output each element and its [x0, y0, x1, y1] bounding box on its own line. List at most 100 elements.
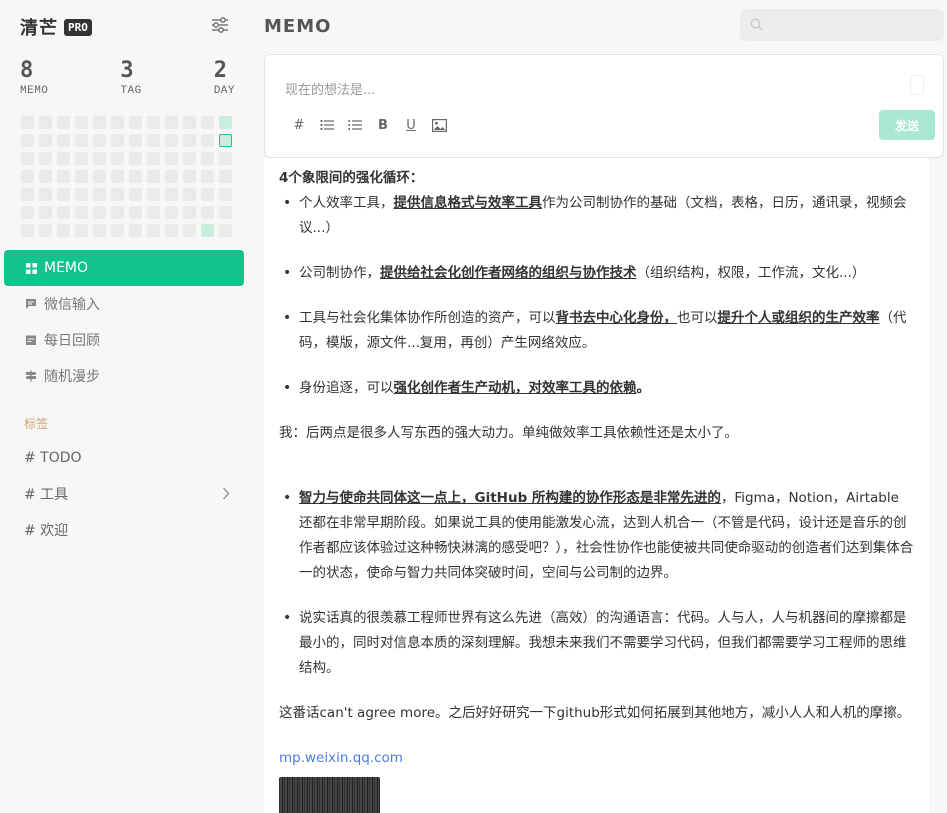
heatmap-cell[interactable]: [201, 188, 214, 201]
heatmap-cell[interactable]: [93, 134, 106, 147]
heatmap-cell[interactable]: [75, 206, 88, 219]
heatmap-cell[interactable]: [21, 116, 34, 129]
heatmap-cell[interactable]: [75, 188, 88, 201]
heatmap-cell[interactable]: [21, 134, 34, 147]
heatmap-cell[interactable]: [57, 188, 70, 201]
heatmap-cell[interactable]: [21, 170, 34, 183]
bold-tool-button[interactable]: B: [369, 115, 397, 135]
heatmap-cell[interactable]: [147, 188, 160, 201]
heatmap-cell[interactable]: [129, 170, 142, 183]
heatmap-cell[interactable]: [129, 152, 142, 165]
hashtag-tool-button[interactable]: #: [285, 115, 313, 135]
underline-tool-button[interactable]: U: [397, 115, 425, 135]
heatmap-cell[interactable]: [219, 224, 232, 237]
heatmap-cell[interactable]: [201, 152, 214, 165]
heatmap-cell[interactable]: [201, 116, 214, 129]
nav-item-wechat-input[interactable]: 微信输入: [4, 286, 244, 322]
heatmap-cell[interactable]: [147, 134, 160, 147]
heatmap-cell[interactable]: [57, 170, 70, 183]
heatmap-cell[interactable]: [129, 224, 142, 237]
heatmap-cell[interactable]: [165, 170, 178, 183]
heatmap-cell[interactable]: [39, 188, 52, 201]
heatmap-cell[interactable]: [147, 170, 160, 183]
heatmap-cell[interactable]: [57, 152, 70, 165]
heatmap-cell[interactable]: [183, 224, 196, 237]
heatmap-cell[interactable]: [57, 116, 70, 129]
heatmap-cell[interactable]: [75, 116, 88, 129]
heatmap-cell[interactable]: [39, 116, 52, 129]
search-box[interactable]: [740, 9, 944, 41]
heatmap-cell[interactable]: [57, 134, 70, 147]
editor-scrollbar[interactable]: [910, 75, 924, 95]
heatmap-cell[interactable]: [201, 170, 214, 183]
heatmap-cell[interactable]: [111, 224, 124, 237]
editor-input[interactable]: 现在的想法是...: [285, 79, 375, 98]
heatmap-cell[interactable]: [21, 224, 34, 237]
ordered-list-icon[interactable]: [341, 115, 369, 135]
heatmap-cell[interactable]: [21, 206, 34, 219]
heatmap-cell[interactable]: [147, 206, 160, 219]
heatmap-cell[interactable]: [201, 134, 214, 147]
heatmap-cell[interactable]: [39, 134, 52, 147]
heatmap-cell[interactable]: [75, 152, 88, 165]
heatmap-cell[interactable]: [183, 206, 196, 219]
heatmap-cell[interactable]: [219, 134, 232, 147]
heatmap-cell[interactable]: [165, 134, 178, 147]
heatmap-cell[interactable]: [111, 116, 124, 129]
heatmap-cell[interactable]: [219, 188, 232, 201]
link-thumbnail[interactable]: [279, 777, 380, 813]
heatmap-cell[interactable]: [165, 152, 178, 165]
heatmap-cell[interactable]: [21, 188, 34, 201]
tag-item-todo[interactable]: # TODO: [20, 440, 240, 476]
heatmap-cell[interactable]: [165, 188, 178, 201]
heatmap-cell[interactable]: [57, 224, 70, 237]
heatmap-cell[interactable]: [183, 152, 196, 165]
nav-item-random-walk[interactable]: 随机漫步: [4, 358, 244, 394]
heatmap-cell[interactable]: [111, 134, 124, 147]
nav-item-memo[interactable]: MEMO: [4, 250, 244, 286]
heatmap-cell[interactable]: [219, 170, 232, 183]
heatmap-cell[interactable]: [93, 224, 106, 237]
search-input[interactable]: [769, 17, 939, 33]
heatmap-cell[interactable]: [201, 224, 214, 237]
heatmap-cell[interactable]: [165, 116, 178, 129]
settings-sliders-icon[interactable]: [210, 16, 230, 34]
heatmap-cell[interactable]: [75, 170, 88, 183]
heatmap-cell[interactable]: [39, 206, 52, 219]
heatmap-cell[interactable]: [183, 188, 196, 201]
heatmap-cell[interactable]: [111, 170, 124, 183]
heatmap-cell[interactable]: [111, 152, 124, 165]
heatmap-cell[interactable]: [93, 188, 106, 201]
heatmap-cell[interactable]: [93, 170, 106, 183]
heatmap-cell[interactable]: [129, 134, 142, 147]
heatmap-cell[interactable]: [219, 206, 232, 219]
chevron-right-icon[interactable]: [222, 487, 230, 504]
heatmap-cell[interactable]: [21, 152, 34, 165]
heatmap-cell[interactable]: [183, 116, 196, 129]
heatmap-cell[interactable]: [147, 116, 160, 129]
list-icon[interactable]: [313, 115, 341, 135]
heatmap-cell[interactable]: [57, 206, 70, 219]
heatmap-cell[interactable]: [129, 116, 142, 129]
heatmap-cell[interactable]: [183, 170, 196, 183]
heatmap-cell[interactable]: [165, 224, 178, 237]
heatmap-cell[interactable]: [75, 224, 88, 237]
tag-item-welcome[interactable]: # 欢迎: [20, 512, 240, 548]
heatmap-cell[interactable]: [39, 152, 52, 165]
heatmap-cell[interactable]: [111, 188, 124, 201]
heatmap-cell[interactable]: [201, 206, 214, 219]
heatmap-cell[interactable]: [93, 206, 106, 219]
heatmap-cell[interactable]: [219, 152, 232, 165]
heatmap-cell[interactable]: [39, 170, 52, 183]
tag-item-tools[interactable]: # 工具: [20, 476, 240, 512]
send-button[interactable]: 发送: [879, 110, 935, 140]
heatmap-cell[interactable]: [219, 116, 232, 129]
heatmap-cell[interactable]: [147, 224, 160, 237]
heatmap-cell[interactable]: [75, 134, 88, 147]
heatmap-cell[interactable]: [147, 152, 160, 165]
nav-item-daily-review[interactable]: 每日回顾: [4, 322, 244, 358]
heatmap-cell[interactable]: [39, 224, 52, 237]
image-icon[interactable]: [425, 115, 453, 135]
heatmap-cell[interactable]: [129, 206, 142, 219]
heatmap-cell[interactable]: [93, 152, 106, 165]
